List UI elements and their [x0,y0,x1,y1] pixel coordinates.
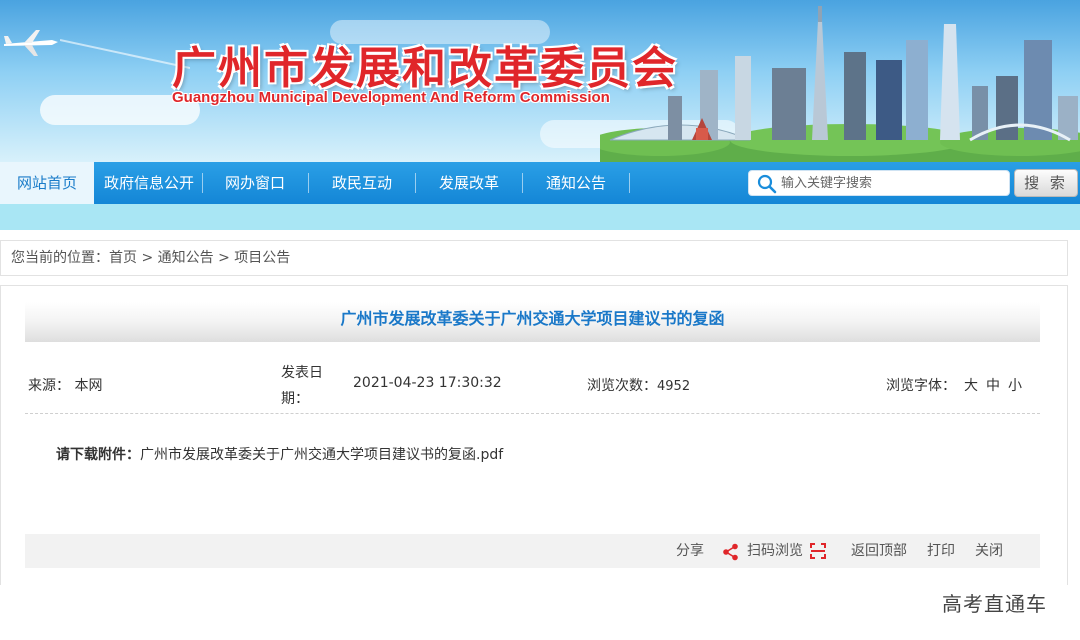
sub-nav-strip [0,204,1080,230]
attachment-label: 请下载附件： [56,447,140,463]
print-link[interactable]: 打印 [927,534,955,568]
breadcrumb-separator: > [218,250,230,266]
views-label: 浏览次数： [587,378,657,394]
nav-item-notices[interactable]: 通知公告 [523,162,629,204]
search-box [748,170,1010,196]
date-label-line1: 发表日 [281,365,323,381]
nav-item-interaction[interactable]: 政民互动 [309,162,415,204]
search-button[interactable]: 搜 索 [1014,169,1078,197]
attachment-link[interactable]: 广州市发展改革委关于广州交通大学项目建议书的复函.pdf [140,447,503,463]
font-size-small[interactable]: 小 [1008,378,1022,394]
watermark-text: 高考直通车 [942,592,1047,616]
article-source: 来源： 本网 [28,375,102,395]
breadcrumb-prefix: 您当前的位置： [11,250,109,266]
font-size-switcher: 浏览字体： 大中小 [886,375,1022,395]
header-banner: 广州市发展和改革委员会 Guangzhou Municipal Developm… [0,0,1080,162]
search-icon[interactable] [757,174,777,194]
airplane-icon [4,30,58,56]
source-label: 来源： [28,378,70,394]
date-label-line2: 期： [281,391,309,407]
nav-item-gov-info[interactable]: 政府信息公开 [96,162,202,204]
meta-divider [25,413,1040,414]
article-title: 广州市发展改革委关于广州交通大学项目建议书的复函 [25,302,1040,342]
article-tools-bar: 分享 扫码浏览 返回顶部 打印 关闭 [25,534,1040,568]
nav-item-home[interactable]: 网站首页 [0,162,94,204]
city-skyline-image [600,6,1080,162]
font-label: 浏览字体： [886,378,956,394]
attachment-line: 请下载附件：广州市发展改革委关于广州交通大学项目建议书的复函.pdf [56,444,503,464]
qr-scan-icon[interactable] [810,543,826,559]
share-label[interactable]: 分享 [676,534,704,568]
nav-divider [629,173,630,193]
breadcrumb-home[interactable]: 首页 [109,250,137,266]
scan-browse-link[interactable]: 扫码浏览 [747,534,803,568]
font-size-large[interactable]: 大 [964,378,978,394]
date-label: 发表日 期： [281,360,341,412]
nav-item-development-reform[interactable]: 发展改革 [416,162,522,204]
contrail-icon [60,39,190,69]
site-title-english: Guangzhou Municipal Development And Refo… [172,89,610,106]
search-input[interactable] [781,173,1001,193]
view-count: 浏览次数：4952 [587,375,690,395]
nav-item-online-office[interactable]: 网办窗口 [203,162,307,204]
views-value: 4952 [657,379,691,394]
breadcrumb-separator: > [141,250,154,266]
breadcrumb: 您当前的位置：首页 > 通知公告 > 项目公告 [0,240,1068,276]
source-value: 本网 [74,378,103,394]
breadcrumb-notices[interactable]: 通知公告 [158,250,214,266]
font-size-medium[interactable]: 中 [986,378,1000,394]
publish-date: 2021-04-23 17:30:32 [353,375,502,391]
share-icon[interactable] [722,543,740,561]
back-to-top-link[interactable]: 返回顶部 [851,534,907,568]
breadcrumb-project-notices[interactable]: 项目公告 [234,250,290,266]
close-link[interactable]: 关闭 [975,534,1003,568]
